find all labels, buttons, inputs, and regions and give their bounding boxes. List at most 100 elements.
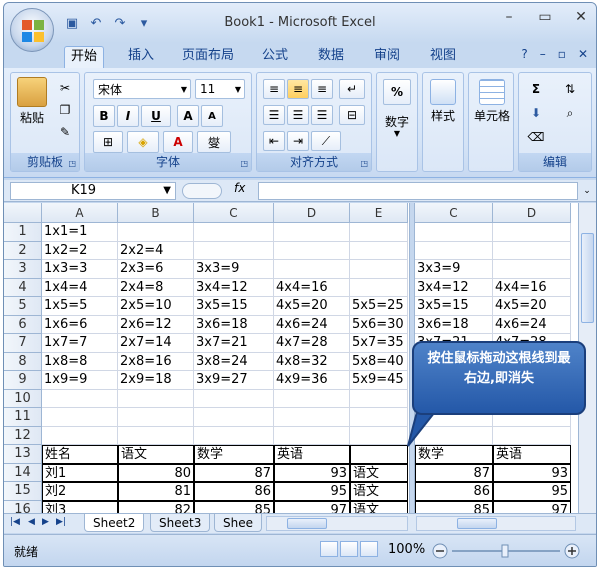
cell[interactable]: 3x3=9 xyxy=(415,260,493,279)
cell[interactable]: 刘1 xyxy=(42,463,118,482)
cell[interactable]: 4x9=36 xyxy=(274,371,350,390)
cell[interactable]: 3x5=15 xyxy=(415,297,493,316)
cell[interactable] xyxy=(350,223,408,242)
horizontal-scrollbar-left[interactable] xyxy=(266,516,408,531)
select-all-corner[interactable] xyxy=(4,203,42,223)
cell[interactable]: 姓名 xyxy=(42,445,118,464)
zoom-level[interactable]: 100% xyxy=(388,542,425,557)
decrease-indent-icon[interactable]: ⇤ xyxy=(263,131,285,151)
cell[interactable] xyxy=(194,389,274,408)
cell[interactable]: 英语 xyxy=(493,445,571,464)
cell[interactable]: 4x6=24 xyxy=(493,315,571,334)
bold-button[interactable]: B xyxy=(93,105,115,127)
cell[interactable] xyxy=(274,408,350,427)
row-header[interactable]: 8 xyxy=(4,352,42,371)
cell[interactable] xyxy=(194,408,274,427)
cell[interactable]: 5x8=40 xyxy=(350,352,408,371)
formula-input[interactable] xyxy=(258,182,578,200)
cell[interactable] xyxy=(350,260,408,279)
sort-filter-icon[interactable]: ⇅ xyxy=(555,79,585,99)
cell[interactable]: 93 xyxy=(493,463,571,482)
cell[interactable]: 1x2=2 xyxy=(42,241,118,260)
sheet-tab-partial[interactable]: Shee xyxy=(214,514,262,532)
cell[interactable]: 1x8=8 xyxy=(42,352,118,371)
cell[interactable]: 87 xyxy=(194,463,274,482)
cell[interactable]: 语文 xyxy=(350,482,408,501)
cell[interactable]: 5x6=30 xyxy=(350,315,408,334)
font-color-icon[interactable]: A xyxy=(163,131,193,153)
cell[interactable] xyxy=(274,389,350,408)
font-size-select[interactable]: 11 ▼ xyxy=(195,79,245,99)
cell[interactable]: 5x9=45 xyxy=(350,371,408,390)
cell[interactable] xyxy=(415,241,493,260)
workbook-minimize-button[interactable]: – xyxy=(540,47,546,61)
cell[interactable] xyxy=(350,241,408,260)
cell[interactable]: 语文 xyxy=(350,463,408,482)
cell[interactable]: 4x4=16 xyxy=(274,278,350,297)
page-break-view-icon[interactable] xyxy=(360,541,378,557)
align-left-icon[interactable]: ☰ xyxy=(263,105,285,125)
tab-formulas[interactable]: 公式 xyxy=(256,46,294,68)
wrap-text-icon[interactable]: ↵ xyxy=(339,79,365,99)
cell[interactable]: 2x9=18 xyxy=(118,371,194,390)
italic-button[interactable]: I xyxy=(117,105,139,127)
cell[interactable] xyxy=(194,223,274,242)
row-header[interactable]: 2 xyxy=(4,241,42,260)
cell[interactable] xyxy=(118,426,194,445)
shrink-font-button[interactable]: A xyxy=(201,105,223,127)
scroll-thumb[interactable] xyxy=(457,518,497,529)
first-sheet-icon[interactable]: |◀ xyxy=(10,517,20,527)
column-header[interactable]: D xyxy=(274,203,350,223)
cell[interactable]: 4x5=20 xyxy=(493,297,571,316)
fill-icon[interactable]: ⬇ xyxy=(523,103,549,123)
cell[interactable]: 4x4=16 xyxy=(493,278,571,297)
tab-review[interactable]: 审阅 xyxy=(368,46,406,68)
office-button[interactable] xyxy=(10,8,54,52)
row-header[interactable]: 10 xyxy=(4,389,42,408)
row-header[interactable]: 15 xyxy=(4,482,42,501)
insert-function-icon[interactable]: fx xyxy=(234,181,245,195)
expand-formula-bar-icon[interactable]: ⌄ xyxy=(580,182,594,200)
cell[interactable]: 3x6=18 xyxy=(415,315,493,334)
align-top-icon[interactable]: ≡ xyxy=(263,79,285,99)
cell[interactable] xyxy=(350,278,408,297)
format-painter-icon[interactable]: ✎ xyxy=(55,123,75,141)
cell[interactable]: 4x5=20 xyxy=(274,297,350,316)
cell[interactable] xyxy=(350,426,408,445)
percent-button[interactable]: % xyxy=(383,79,411,105)
cell[interactable]: 4x6=24 xyxy=(274,315,350,334)
cells-button[interactable]: 单元格 xyxy=(471,79,513,124)
copy-icon[interactable]: ❐ xyxy=(55,101,75,119)
underline-button[interactable]: U xyxy=(141,105,171,127)
row-header[interactable]: 1 xyxy=(4,223,42,242)
styles-button[interactable]: 样式 xyxy=(427,79,459,124)
row-header[interactable]: 12 xyxy=(4,426,42,445)
cell[interactable] xyxy=(350,445,408,464)
cell[interactable]: 3x3=9 xyxy=(194,260,274,279)
maximize-button[interactable]: ▭ xyxy=(534,9,556,25)
cell[interactable]: 2x2=4 xyxy=(118,241,194,260)
cell[interactable]: 86 xyxy=(194,482,274,501)
cell[interactable] xyxy=(493,241,571,260)
help-icon[interactable]: ? xyxy=(521,47,527,61)
scroll-thumb[interactable] xyxy=(581,233,594,323)
cell[interactable]: 1x6=6 xyxy=(42,315,118,334)
scroll-thumb[interactable] xyxy=(287,518,327,529)
cell[interactable]: 93 xyxy=(274,463,350,482)
zoom-slider[interactable] xyxy=(432,541,582,561)
cell[interactable]: 英语 xyxy=(274,445,350,464)
tab-page-layout[interactable]: 页面布局 xyxy=(176,46,240,68)
column-header[interactable]: C xyxy=(415,203,493,223)
cell[interactable]: 95 xyxy=(274,482,350,501)
find-select-icon[interactable]: ⌕ xyxy=(555,103,585,123)
grow-font-button[interactable]: A xyxy=(177,105,199,127)
column-header[interactable]: D xyxy=(493,203,571,223)
cell[interactable]: 95 xyxy=(493,482,571,501)
cell[interactable] xyxy=(350,408,408,427)
next-sheet-icon[interactable]: ▶ xyxy=(42,517,49,527)
cut-icon[interactable]: ✂ xyxy=(55,79,75,97)
cell[interactable]: 4x8=32 xyxy=(274,352,350,371)
cell[interactable]: 刘2 xyxy=(42,482,118,501)
formula-bar-resize-handle[interactable] xyxy=(182,183,222,199)
increase-indent-icon[interactable]: ⇥ xyxy=(287,131,309,151)
